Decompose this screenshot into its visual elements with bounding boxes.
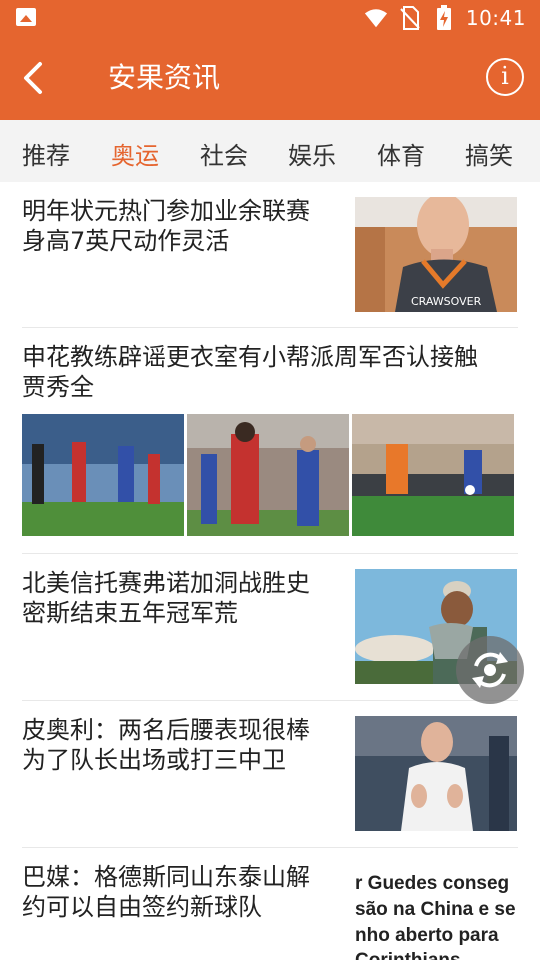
svg-text:r Guedes conseg: r Guedes conseg [355, 873, 509, 894]
tab-funny[interactable]: 搞笑 [465, 136, 513, 171]
tab-sports[interactable]: 体育 [377, 136, 425, 171]
jersey-text: CRAWSOVER [411, 295, 482, 308]
no-sim-icon [398, 6, 422, 30]
page-title: 安果资讯 [108, 61, 221, 94]
article-item[interactable]: 申花教练辟谣更衣室有小帮派周军否认接触 贾秀全 [22, 342, 518, 402]
article-image-1[interactable] [22, 414, 184, 536]
wifi-icon [364, 6, 388, 30]
info-icon[interactable]: i [486, 58, 524, 96]
rotate-camera-icon [472, 652, 508, 688]
divider [22, 700, 518, 701]
floating-camera-button[interactable] [456, 636, 524, 704]
tab-recommend[interactable]: 推荐 [22, 136, 70, 171]
gallery-icon [16, 8, 36, 26]
article-image-2[interactable] [187, 414, 349, 536]
clock: 10:41 [465, 6, 526, 30]
svg-text:Corinthians: Corinthians [355, 950, 461, 960]
svg-text:nho aberto para: nho aberto para [355, 925, 499, 946]
divider [22, 847, 518, 848]
divider [22, 327, 518, 328]
app-header: 安果资讯 i [0, 36, 540, 120]
back-button[interactable] [14, 56, 58, 100]
svg-text:são na China e se: são na China e se [355, 899, 516, 920]
status-bar: 10:41 [0, 0, 540, 36]
category-tabs: 推荐 奥运 社会 娱乐 体育 搞笑 [0, 120, 540, 182]
article-thumbnail[interactable]: r Guedes conseg são na China e se nho ab… [355, 863, 517, 960]
tab-society[interactable]: 社会 [200, 136, 248, 171]
divider [22, 553, 518, 554]
tab-olympics[interactable]: 奥运 [111, 136, 159, 171]
article-thumbnail[interactable]: CRAWSOVER [355, 197, 517, 312]
article-thumbnail[interactable] [355, 716, 517, 831]
tab-entertainment[interactable]: 娱乐 [288, 136, 336, 171]
article-title: 申花教练辟谣更衣室有小帮派周军否认接触 贾秀全 [22, 343, 478, 401]
battery-charging-icon [432, 5, 456, 30]
article-image-3[interactable] [352, 414, 514, 536]
chevron-left-icon [24, 62, 42, 94]
